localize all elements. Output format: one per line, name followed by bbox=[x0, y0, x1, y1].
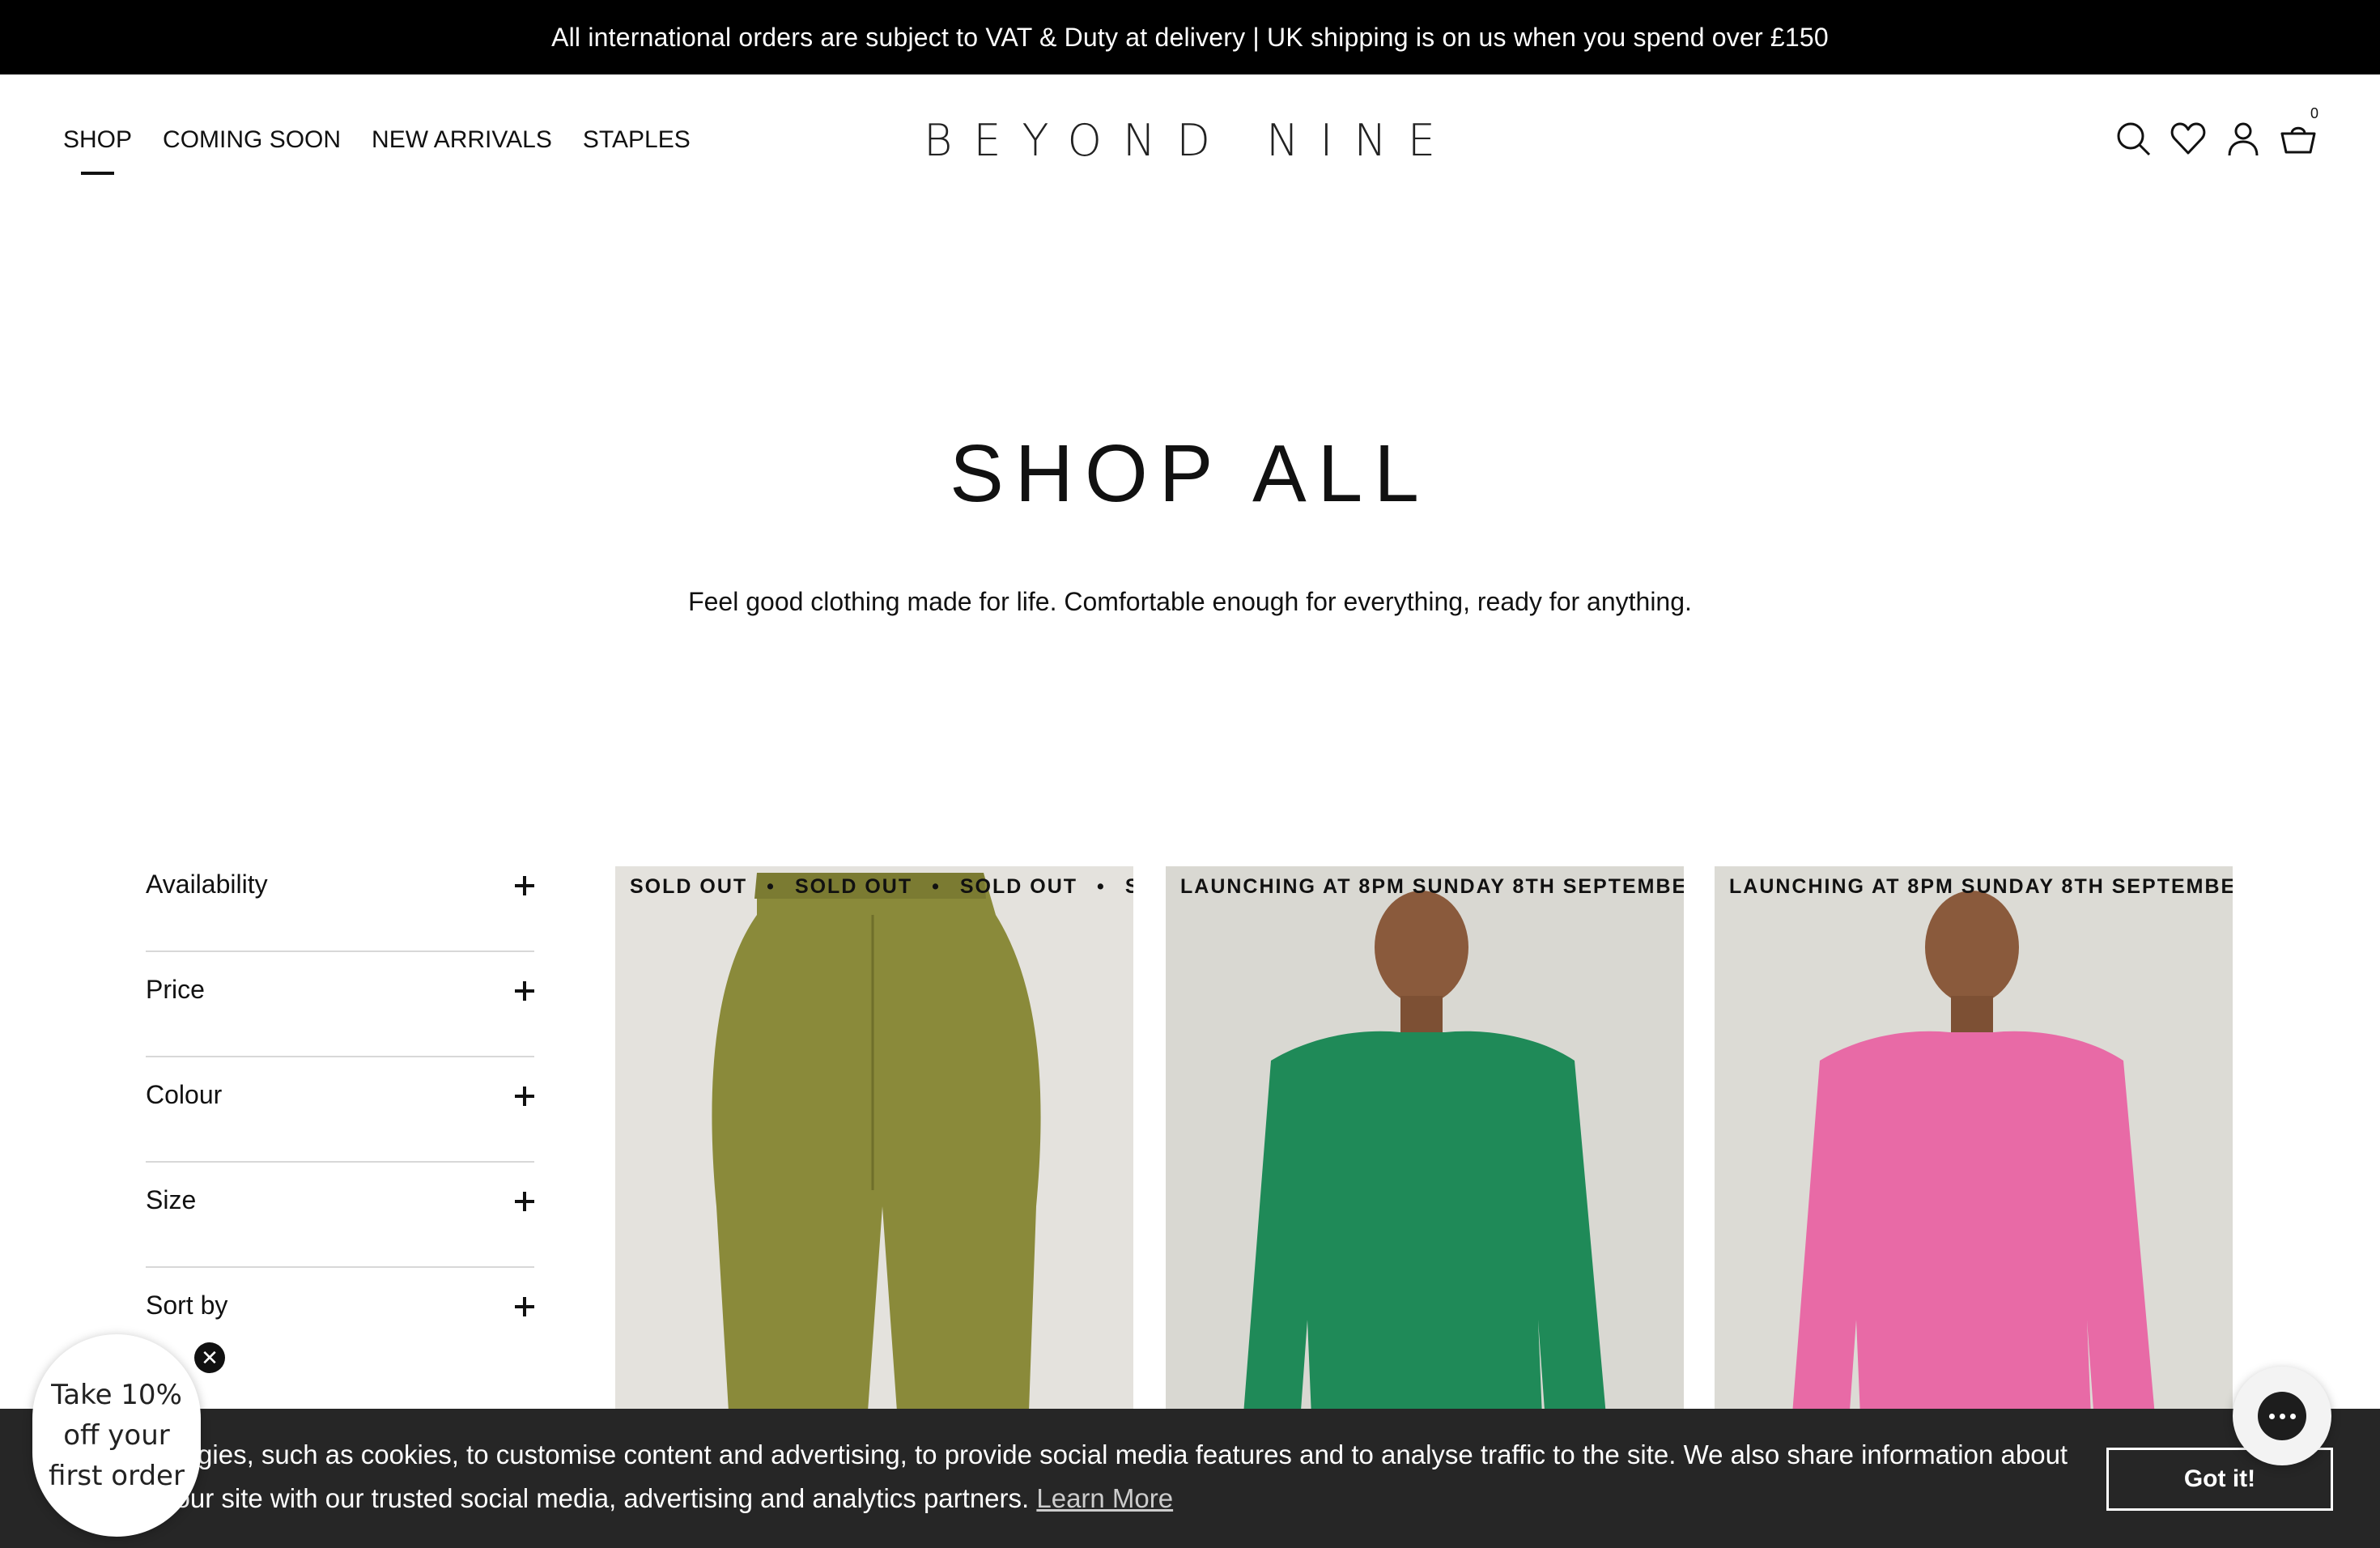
announcement-text: All international orders are subject to … bbox=[551, 22, 1829, 52]
brand-logo[interactable]: BEYOND NINE bbox=[0, 115, 2380, 166]
filter-label: Size bbox=[146, 1185, 197, 1214]
badge-text: SOLD OUT bbox=[959, 874, 1078, 898]
filter-availability[interactable]: Availability bbox=[146, 847, 534, 952]
filter-size[interactable]: Size bbox=[146, 1163, 534, 1268]
product-badge: LAUNCHING AT 8PM SUNDAY 8TH SEPTEMBER... bbox=[1715, 866, 2233, 907]
announcement-bar: All international orders are subject to … bbox=[0, 0, 2380, 74]
badge-text: SOLD OUT bbox=[630, 874, 748, 898]
site-header: SHOP COMING SOON NEW ARRIVALS STAPLES BE… bbox=[0, 74, 2380, 211]
badge-text: LAUNCHING AT 8PM SUNDAY 8TH SEPTEMBER... bbox=[1180, 874, 1684, 898]
product-badge: LAUNCHING AT 8PM SUNDAY 8TH SEPTEMBER... bbox=[1166, 866, 1684, 907]
filter-label: Colour bbox=[146, 1080, 223, 1109]
filter-label: Price bbox=[146, 975, 205, 1004]
chat-button[interactable] bbox=[2233, 1367, 2331, 1465]
search-icon[interactable] bbox=[2114, 120, 2152, 157]
filter-price[interactable]: Price bbox=[146, 952, 534, 1057]
cookie-message: ologies, such as cookies, to customise c… bbox=[162, 1433, 2089, 1520]
discount-line: off your bbox=[63, 1419, 170, 1452]
header-icons: 0 bbox=[2114, 105, 2318, 157]
plus-icon[interactable] bbox=[515, 1192, 534, 1211]
badge-text: SOLD OUT bbox=[794, 874, 913, 898]
account-icon[interactable] bbox=[2225, 120, 2262, 157]
page-subtitle: Feel good clothing made for life. Comfor… bbox=[688, 587, 1692, 616]
plus-icon[interactable] bbox=[515, 1087, 534, 1106]
discount-popup[interactable]: Take 10% off your first order bbox=[32, 1334, 201, 1537]
discount-line: first order bbox=[49, 1460, 185, 1492]
close-icon[interactable]: ✕ bbox=[194, 1342, 225, 1373]
plus-icon[interactable] bbox=[515, 876, 534, 895]
filter-label: Sort by bbox=[146, 1291, 228, 1320]
filter-colour[interactable]: Colour bbox=[146, 1057, 534, 1163]
learn-more-link[interactable]: Learn More bbox=[1036, 1483, 1173, 1513]
filter-sidebar: Availability Price Colour Size Sort by bbox=[146, 847, 534, 1373]
filter-label: Availability bbox=[146, 870, 268, 899]
discount-line: Take 10% bbox=[51, 1379, 182, 1411]
badge-text: LAUNCHING AT 8PM SUNDAY 8TH SEPTEMBER... bbox=[1729, 874, 2233, 898]
plus-icon[interactable] bbox=[515, 981, 534, 1001]
cookie-banner: ologies, such as cookies, to customise c… bbox=[0, 1409, 2380, 1548]
cart-icon[interactable]: 0 bbox=[2280, 105, 2318, 157]
heart-icon[interactable] bbox=[2170, 120, 2207, 157]
chat-icon bbox=[2258, 1392, 2306, 1440]
badge-text: SOLD OUT bbox=[1125, 875, 1133, 899]
cart-count: 0 bbox=[2310, 105, 2318, 121]
plus-icon[interactable] bbox=[515, 1297, 534, 1316]
product-badge: SOLD OUT• SOLD OUT• SOLD OUT• SOLD OUT bbox=[615, 866, 1133, 907]
page-title: SHOP ALL bbox=[950, 428, 1430, 519]
